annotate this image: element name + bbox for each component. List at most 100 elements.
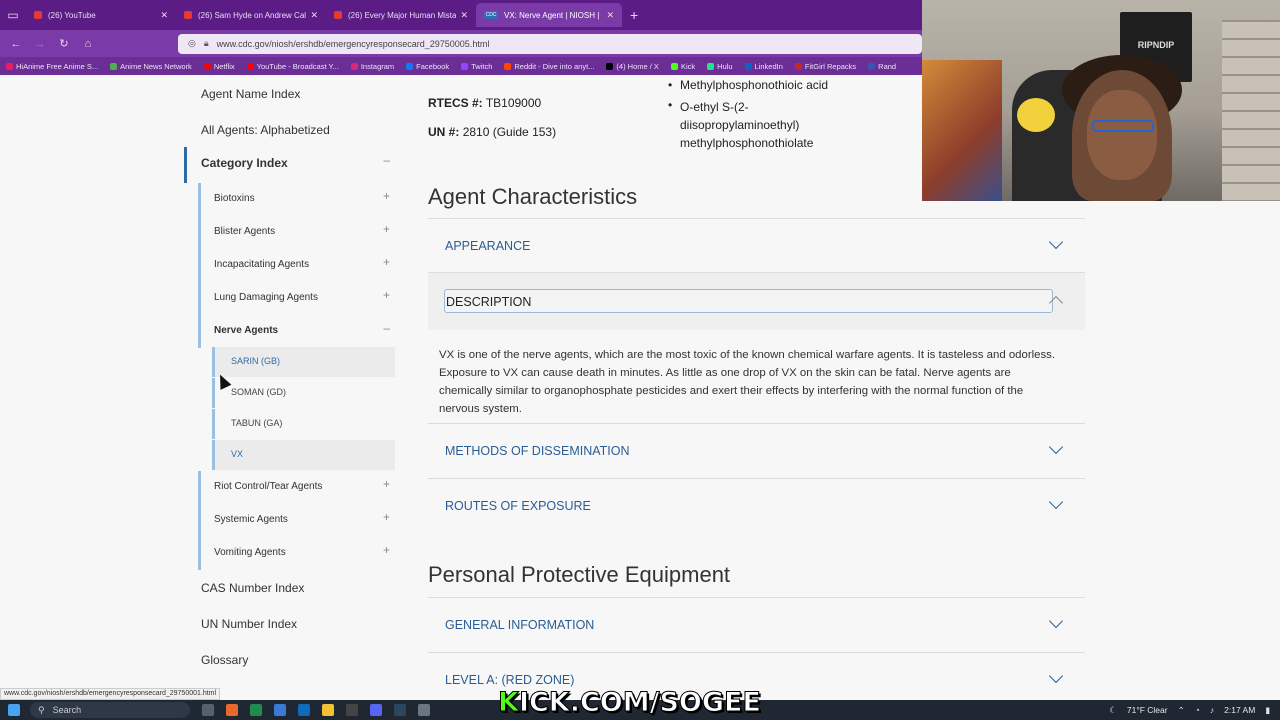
accordion-appearance[interactable]: APPEARANCE xyxy=(428,218,1085,273)
accordion-description[interactable]: DESCRIPTION VX is one of the nerve agent… xyxy=(428,272,1085,430)
address-bar[interactable]: ◎ 🔒︎ www.cdc.gov/niosh/ershdb/emergencyr… xyxy=(178,33,922,54)
shield-icon[interactable]: ◎ xyxy=(188,38,196,49)
steam-icon[interactable] xyxy=(394,704,406,716)
collapse-icon[interactable]: – xyxy=(383,153,390,167)
notification-icon[interactable]: ▮ xyxy=(1265,705,1270,716)
accordion-dissemination[interactable]: METHODS OF DISSEMINATION xyxy=(428,423,1085,478)
close-icon[interactable]: ✕ xyxy=(160,10,168,21)
chevron-down-icon[interactable] xyxy=(1048,668,1064,684)
tab-youtube[interactable]: (26) YouTube ✕ xyxy=(26,3,176,27)
all-agents-link[interactable]: All Agents: Alphabetized xyxy=(201,123,330,137)
accordion-header[interactable]: APPEARANCE xyxy=(428,219,1085,273)
agent-name-index-link[interactable]: Agent Name Index xyxy=(201,87,300,101)
bookmark-item[interactable]: Facebook xyxy=(406,62,449,71)
accordion-header[interactable]: DESCRIPTION xyxy=(428,273,1085,330)
app-icon[interactable] xyxy=(274,704,286,716)
close-icon[interactable]: ✕ xyxy=(310,10,318,21)
accordion-header[interactable]: GENERAL INFORMATION xyxy=(428,598,1085,652)
task-view-icon[interactable] xyxy=(202,704,214,716)
nerve-agent-soman[interactable]: SOMAN (GD) xyxy=(212,378,395,408)
discord-icon[interactable] xyxy=(370,704,382,716)
expand-icon[interactable]: + xyxy=(383,477,390,491)
bookmarks-bar: HiAnime Free Anime S... Anime News Networ… xyxy=(0,57,922,75)
bookmark-label: Netflix xyxy=(213,61,235,71)
bookmark-item[interactable]: LinkedIn xyxy=(744,62,783,71)
bookmark-item[interactable]: FitGirl Repacks xyxy=(794,62,856,71)
start-icon[interactable] xyxy=(8,704,20,716)
un-number-index-link[interactable]: UN Number Index xyxy=(201,617,297,631)
weather-icon[interactable]: ☾ xyxy=(1109,705,1117,716)
bookmark-item[interactable]: Rand xyxy=(868,62,896,71)
wifi-icon[interactable]: ◔ xyxy=(1195,705,1200,715)
close-icon[interactable]: ✕ xyxy=(606,10,614,21)
accordion-header[interactable]: ROUTES OF EXPOSURE xyxy=(428,479,1085,533)
taskbar-search[interactable]: ⚲ Search xyxy=(30,702,190,718)
expand-icon[interactable]: + xyxy=(383,255,390,269)
bookmark-item[interactable]: Reddit - Dive into anyt... xyxy=(504,62,594,71)
glossary-link[interactable]: Glossary xyxy=(201,653,248,667)
folder-icon[interactable] xyxy=(322,704,334,716)
obs-icon[interactable] xyxy=(346,704,358,716)
tab-human-mistake[interactable]: (26) Every Major Human Mistake ✕ xyxy=(326,3,476,27)
expand-icon[interactable]: + xyxy=(383,222,390,236)
accordion-general-info[interactable]: GENERAL INFORMATION xyxy=(428,597,1085,652)
bookmark-label: Twitch xyxy=(471,61,493,71)
nerve-agent-sarin[interactable]: SARIN (GB) xyxy=(212,347,395,377)
category-index[interactable]: Category Index – xyxy=(184,147,396,183)
accordion-title-focused[interactable]: DESCRIPTION xyxy=(444,289,1053,313)
expand-icon[interactable]: + xyxy=(383,189,390,203)
bookmark-icon xyxy=(203,62,211,70)
chevron-up-icon[interactable]: ⌃ xyxy=(1178,705,1185,716)
chevron-down-icon[interactable] xyxy=(1048,494,1064,510)
excel-icon[interactable] xyxy=(250,704,262,716)
bookmark-label: YouTube - Broadcast Y... xyxy=(256,61,339,71)
bookmark-item[interactable]: Anime News Network xyxy=(110,62,192,71)
accordion-routes[interactable]: ROUTES OF EXPOSURE xyxy=(428,478,1085,533)
accordion-header[interactable]: METHODS OF DISSEMINATION xyxy=(428,424,1085,478)
home-icon[interactable]: ⌂ xyxy=(76,38,100,50)
collapse-icon[interactable]: – xyxy=(383,321,390,335)
bookmark-item[interactable]: Hulu xyxy=(707,62,733,71)
category-systemic-agents[interactable]: Systemic Agents + xyxy=(201,504,396,537)
category-riot-control[interactable]: Riot Control/Tear Agents + xyxy=(201,471,396,504)
lock-icon[interactable]: 🔒︎ xyxy=(204,38,209,49)
outlook-icon[interactable] xyxy=(298,704,310,716)
expand-icon[interactable]: + xyxy=(383,288,390,302)
chevron-down-icon[interactable] xyxy=(1048,234,1064,250)
firefox-icon[interactable] xyxy=(226,704,238,716)
nerve-agent-vx[interactable]: VX xyxy=(212,440,395,470)
bookmark-item[interactable]: HiAnime Free Anime S... xyxy=(6,62,98,71)
weather-text[interactable]: 71°F Clear xyxy=(1127,705,1168,715)
back-icon[interactable]: ← xyxy=(4,38,28,50)
clock[interactable]: 2:17 AM xyxy=(1224,705,1255,715)
volume-icon[interactable]: ♪ xyxy=(1210,705,1214,715)
bookmark-item[interactable]: Kick xyxy=(670,62,695,71)
category-incapacitating-agents[interactable]: Incapacitating Agents + xyxy=(201,249,396,282)
chevron-down-icon[interactable] xyxy=(1048,613,1064,629)
nerve-agent-tabun[interactable]: TABUN (GA) xyxy=(212,409,395,439)
tab-list-icon[interactable]: ▭ xyxy=(0,0,26,30)
expand-icon[interactable]: + xyxy=(383,510,390,524)
category-lung-damaging-agents[interactable]: Lung Damaging Agents + xyxy=(201,282,396,315)
reload-icon[interactable]: ↻ xyxy=(52,37,76,50)
category-vomiting-agents[interactable]: Vomiting Agents + xyxy=(201,537,396,570)
tab-vx-nerve-agent[interactable]: CDC VX: Nerve Agent | NIOSH | CDC ✕ xyxy=(476,3,622,27)
category-blister-agents[interactable]: Blister Agents + xyxy=(201,216,396,249)
forward-icon[interactable]: → xyxy=(28,38,52,50)
bookmark-item[interactable]: YouTube - Broadcast Y... xyxy=(246,61,339,71)
bookmark-item[interactable]: Twitch xyxy=(461,62,492,71)
expand-icon[interactable]: + xyxy=(383,543,390,557)
cas-number-index-link[interactable]: CAS Number Index xyxy=(201,581,304,595)
category-nerve-agents[interactable]: Nerve Agents – xyxy=(201,315,396,348)
settings-icon[interactable] xyxy=(418,704,430,716)
bookmark-item[interactable]: (4) Home / X xyxy=(606,62,659,71)
chemical-line: diisopropylaminoethyl) xyxy=(680,118,800,132)
category-biotoxins[interactable]: Biotoxins + xyxy=(201,183,396,216)
bookmark-item[interactable]: Netflix xyxy=(203,61,235,71)
chevron-down-icon[interactable] xyxy=(1048,439,1064,455)
close-icon[interactable]: ✕ xyxy=(460,10,468,21)
bookmark-item[interactable]: Instagram xyxy=(350,62,394,71)
tab-sam-hyde[interactable]: (26) Sam Hyde on Andrew Callaghan ✕ xyxy=(176,3,326,27)
system-tray: ☾ 71°F Clear ⌃ ◔ ♪ 2:17 AM ▮ xyxy=(1109,700,1280,720)
new-tab-icon[interactable]: + xyxy=(630,7,638,23)
